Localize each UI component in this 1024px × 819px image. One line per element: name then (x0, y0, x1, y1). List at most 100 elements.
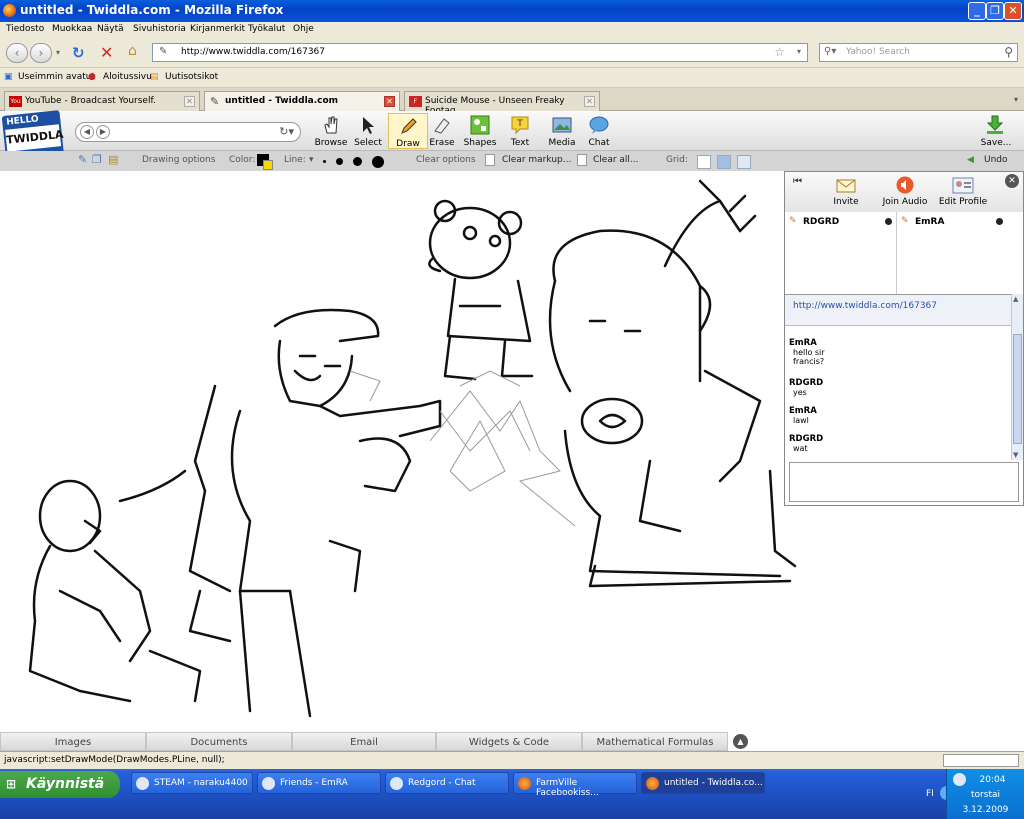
bookmark-star-icon[interactable]: ☆ (774, 45, 785, 59)
history-dropdown-icon[interactable]: ▾ (56, 48, 60, 57)
line-width-2[interactable] (336, 158, 343, 165)
clock-time[interactable]: 20:04 (947, 775, 1024, 785)
url-dropdown-icon[interactable]: ▾ (797, 47, 801, 56)
menu-tiedosto[interactable]: Tiedosto (6, 24, 44, 34)
firefox-icon (646, 777, 659, 790)
line-dropdown-icon[interactable]: ▾ (309, 155, 314, 165)
menu-muokkaa[interactable]: Muokkaa (52, 24, 92, 34)
grid-label: Grid: (666, 155, 688, 165)
user-emra: ✎ EmRA (897, 212, 1023, 294)
chat-scrollbar[interactable]: ▲ ▼ (1011, 294, 1023, 460)
grid-none-button[interactable] (697, 155, 711, 169)
taskbar-item-redgord-chat[interactable]: Redgord - Chat (385, 772, 509, 794)
save-button[interactable]: Save... (975, 113, 1017, 149)
expand-up-icon[interactable]: ▲ (733, 734, 748, 749)
refresh-icon[interactable]: ↻▾ (279, 125, 294, 138)
taskbar-item-steam[interactable]: STEAM - naraku4400 (131, 772, 253, 794)
color-swatch-secondary[interactable] (263, 160, 273, 170)
home-icon[interactable]: ⌂ (128, 43, 137, 59)
tool-label: Browse (314, 138, 348, 148)
scroll-thumb[interactable] (1013, 334, 1022, 444)
bookmark-icon: ▣ (4, 72, 13, 82)
search-input[interactable]: ⚲▾ Yahoo! Search ⚲ (819, 43, 1018, 62)
tab-list-icon[interactable]: ▾ (1014, 95, 1018, 104)
firefox-icon (3, 4, 16, 17)
menu-nayta[interactable]: Näytä (97, 24, 124, 34)
tool-chat[interactable]: Chat (579, 113, 619, 149)
youtube-icon: You (9, 96, 22, 107)
menu-ohje[interactable]: Ohje (293, 24, 314, 34)
close-button[interactable]: ✕ (1004, 2, 1022, 20)
url-bar[interactable]: ✎ http://www.twiddla.com/167367 ☆ ▾ (152, 43, 808, 62)
line-width-1[interactable] (323, 160, 326, 163)
line-width-4[interactable] (372, 156, 384, 168)
invite-button[interactable]: Invite (833, 176, 859, 207)
tab-documents[interactable]: Documents (146, 732, 292, 751)
chat-input[interactable] (789, 462, 1019, 502)
tool-media[interactable]: Media (542, 113, 582, 149)
tab-email[interactable]: Email (292, 732, 436, 751)
reload-icon[interactable]: ↻ (72, 44, 85, 62)
back-icon[interactable]: ◀ (80, 125, 94, 139)
maximize-button[interactable]: ❐ (986, 2, 1004, 20)
menubar: Tiedosto Muokkaa Näytä Sivuhistoria Kirj… (0, 22, 1024, 38)
collapse-icon[interactable]: ⏮ (793, 176, 802, 187)
start-button[interactable]: ⊞ Käynnistä (0, 771, 120, 798)
menu-tyokalut[interactable]: Työkalut (248, 24, 285, 34)
chat-room-url[interactable]: http://www.twiddla.com/167367 (785, 294, 1023, 326)
tool-erase[interactable]: Erase (422, 113, 462, 149)
minimize-button[interactable]: _ (968, 2, 986, 20)
language-indicator[interactable]: FI (926, 789, 934, 799)
search-icon[interactable]: ⚲ (1004, 45, 1013, 59)
clear-markup-button[interactable]: Clear markup... (502, 155, 571, 165)
tool-browse[interactable]: Browse (311, 113, 351, 149)
tab-close-icon[interactable]: ✕ (184, 96, 195, 107)
tab-twiddla[interactable]: ✎ untitled - Twiddla.com ✕ (204, 91, 400, 112)
tab-close-icon[interactable]: ✕ (584, 96, 595, 107)
tool-select[interactable]: Select (348, 113, 388, 149)
forward-button[interactable]: › (30, 43, 52, 63)
twiddla-browse-url[interactable]: ◀ ▶ ↻▾ (75, 122, 301, 142)
join-audio-button[interactable]: Join Audio (881, 176, 929, 207)
edit-profile-button[interactable]: Edit Profile (937, 176, 989, 207)
tab-label: untitled - Twiddla.com (225, 96, 339, 106)
tab-youtube[interactable]: You YouTube - Broadcast Yourself. ✕ (4, 91, 200, 111)
taskbar-item-twiddla[interactable]: untitled - Twiddla.co... (641, 772, 765, 794)
taskbar-item-farmville[interactable]: FarmVille Facebookiss... (513, 772, 637, 798)
menu-kirjanmerkit[interactable]: Kirjanmerkit (190, 24, 245, 34)
window-titlebar[interactable]: untitled - Twiddla.com - Mozilla Firefox… (0, 0, 1024, 22)
scroll-up-icon[interactable]: ▲ (1013, 295, 1018, 303)
tool-shapes[interactable]: Shapes (460, 113, 500, 149)
close-icon[interactable]: ✕ (1005, 174, 1019, 188)
tool-text[interactable]: T Text (500, 113, 540, 149)
taskbar-item-friends[interactable]: Friends - EmRA (257, 772, 381, 794)
scroll-down-icon[interactable]: ▼ (1013, 451, 1018, 459)
media-icon (552, 117, 572, 133)
clear-all-button[interactable]: Clear all... (593, 155, 639, 165)
search-engine-icon[interactable]: ⚲▾ (824, 46, 836, 57)
line-width-3[interactable] (353, 157, 362, 166)
grid-large-button[interactable] (737, 155, 751, 169)
paste-icon[interactable]: ▤ (108, 153, 118, 166)
forward-icon[interactable]: ▶ (96, 125, 110, 139)
stop-icon[interactable]: ✕ (100, 43, 113, 62)
undo-button[interactable]: Undo (984, 155, 1008, 165)
save-label: Save... (980, 138, 1012, 148)
tab-mathematical-formulas[interactable]: Mathematical Formulas (582, 732, 728, 751)
back-button[interactable]: ‹ (6, 43, 28, 63)
status-text: javascript:setDrawMode(DrawModes.PLine, … (4, 755, 225, 765)
edit-profile-label: Edit Profile (938, 197, 988, 207)
bookmark-start-page[interactable]: Aloitussivu (103, 72, 152, 82)
status-dot (885, 218, 892, 225)
tab-widgets-code[interactable]: Widgets & Code (436, 732, 582, 751)
menu-sivuhistoria[interactable]: Sivuhistoria (133, 24, 186, 34)
tab-suicide-mouse[interactable]: F Suicide Mouse - Unseen Freaky Footag..… (404, 91, 600, 116)
copy-icon[interactable]: ❐ (92, 153, 102, 166)
bookmark-headlines[interactable]: Uutisotsikot (165, 72, 218, 82)
message-author: EmRA (789, 338, 817, 348)
chat-header: ⏮ Invite Join Audio Edit Profile ✕ (785, 172, 1023, 212)
tab-images[interactable]: Images (0, 732, 146, 751)
tab-close-icon[interactable]: ✕ (384, 96, 395, 107)
bookmark-most-visited[interactable]: Useimmin avatut (18, 72, 95, 82)
grid-small-button[interactable] (717, 155, 731, 169)
